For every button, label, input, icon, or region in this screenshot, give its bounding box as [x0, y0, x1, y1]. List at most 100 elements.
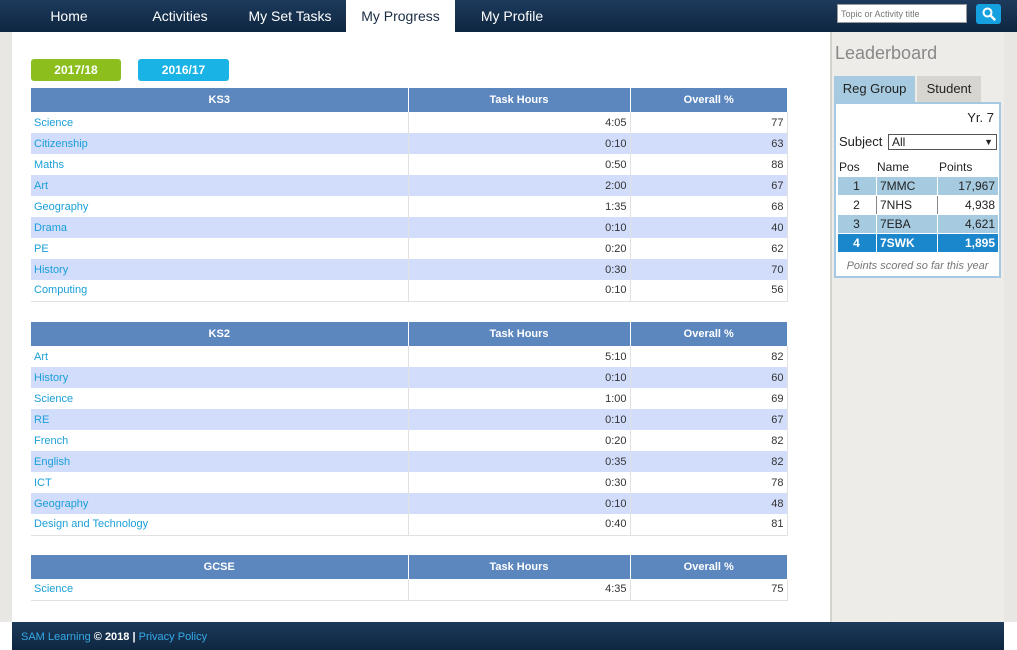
subject-link[interactable]: Geography	[31, 493, 409, 514]
header-pos: Pos	[839, 160, 860, 174]
leaderboard-row: 1 7MMC 17,967	[838, 177, 998, 195]
nav-activities[interactable]: Activities	[140, 0, 220, 32]
subject-link[interactable]: Drama	[31, 217, 409, 238]
task-hours-cell: 4:05	[408, 112, 631, 133]
left-gutter	[0, 32, 12, 622]
task-hours-cell: 4:35	[408, 579, 631, 601]
overall-percent-cell: 82	[630, 346, 788, 367]
subject-link[interactable]: Computing	[31, 280, 409, 302]
row-points: 4,621	[937, 215, 998, 233]
overall-percent-cell: 48	[630, 493, 788, 514]
overall-percent-cell: 88	[630, 154, 788, 175]
tab-reg-group[interactable]: Reg Group	[834, 76, 915, 102]
table-row: History 0:10 60	[31, 367, 788, 388]
row-pos: 3	[853, 217, 860, 231]
table-row: History 0:30 70	[31, 259, 788, 280]
overall-percent-cell: 67	[630, 175, 788, 196]
subject-link[interactable]: Science	[31, 112, 409, 133]
overall-percent-cell: 68	[630, 196, 788, 217]
table-row: Maths 0:50 88	[31, 154, 788, 175]
overall-percent-cell: 62	[630, 238, 788, 259]
nav-my-set-tasks[interactable]: My Set Tasks	[244, 0, 336, 32]
overall-percent-cell: 63	[630, 133, 788, 154]
ks3-progress-table: KS3 Task Hours Overall % Science 4:05 77 Citiz…	[31, 88, 788, 302]
subject-link[interactable]: Maths	[31, 154, 409, 175]
footer-brand-link[interactable]: SAM Learning	[21, 631, 91, 643]
top-nav-bar: Home Activities My Set Tasks My Progress…	[0, 0, 1017, 32]
header-subject: KS3	[31, 88, 409, 112]
year-2017-18-button[interactable]: 2017/18	[31, 59, 121, 81]
search-button[interactable]	[976, 4, 1001, 24]
row-name: 7MMC	[876, 177, 936, 195]
subject-link[interactable]: ICT	[31, 472, 409, 493]
privacy-policy-link[interactable]: Privacy Policy	[139, 631, 207, 643]
task-hours-cell: 0:20	[408, 430, 631, 451]
subject-link[interactable]: History	[31, 259, 409, 280]
subject-link[interactable]: Science	[31, 579, 409, 601]
table-header-row: KS3 Task Hours Overall %	[31, 88, 787, 112]
header-overall-percent: Overall %	[630, 88, 787, 112]
subject-link[interactable]: French	[31, 430, 409, 451]
table-header-row: GCSE Task Hours Overall %	[31, 555, 787, 579]
subject-link[interactable]: Art	[31, 346, 409, 367]
row-pos: 4	[853, 236, 860, 250]
task-hours-cell: 5:10	[408, 346, 631, 367]
table-row: ICT 0:30 78	[31, 472, 788, 493]
leaderboard-row-highlighted: 4 7SWK 1,895	[838, 234, 998, 252]
nav-my-profile[interactable]: My Profile	[470, 0, 554, 32]
task-hours-cell: 0:35	[408, 451, 631, 472]
subject-link[interactable]: Art	[31, 175, 409, 196]
task-hours-cell: 0:50	[408, 154, 631, 175]
subject-link[interactable]: Design and Technology	[31, 514, 409, 536]
task-hours-cell: 0:10	[408, 493, 631, 514]
right-gutter	[1004, 32, 1017, 622]
header-name: Name	[877, 160, 910, 174]
subject-label: Subject	[839, 134, 883, 149]
year-2016-17-button[interactable]: 2016/17	[138, 59, 229, 81]
header-task-hours: Task Hours	[408, 555, 631, 579]
task-hours-cell: 2:00	[408, 175, 631, 196]
table-row: French 0:20 82	[31, 430, 788, 451]
table-row: Geography 1:35 68	[31, 196, 788, 217]
table-row: English 0:35 82	[31, 451, 788, 472]
task-hours-cell: 0:10	[408, 409, 631, 430]
overall-percent-cell: 69	[630, 388, 788, 409]
overall-percent-cell: 82	[630, 430, 788, 451]
tab-student[interactable]: Student	[917, 76, 981, 102]
table-row: Geography 0:10 48	[31, 493, 788, 514]
leaderboard-note: Points scored so far this year	[846, 260, 989, 272]
subject-link[interactable]: English	[31, 451, 409, 472]
overall-percent-cell: 77	[630, 112, 788, 133]
table-row: RE 0:10 67	[31, 409, 788, 430]
subject-link[interactable]: RE	[31, 409, 409, 430]
subject-link[interactable]: Citizenship	[31, 133, 409, 154]
gcse-progress-table: GCSE Task Hours Overall % Science 4:35 75	[31, 555, 788, 601]
leaderboard-row: 2 7NHS 4,938	[838, 196, 998, 214]
table-header-row: KS2 Task Hours Overall %	[31, 322, 787, 346]
overall-percent-cell: 70	[630, 259, 788, 280]
subject-select[interactable]: All ▼	[888, 134, 997, 150]
table-row: Citizenship 0:10 63	[31, 133, 788, 154]
subject-link[interactable]: PE	[31, 238, 409, 259]
search-input[interactable]	[837, 4, 967, 23]
table-row: Science 4:05 77	[31, 112, 788, 133]
task-hours-cell: 1:00	[408, 388, 631, 409]
subject-link[interactable]: Science	[31, 388, 409, 409]
overall-percent-cell: 56	[630, 280, 788, 302]
task-hours-cell: 0:10	[408, 367, 631, 388]
subject-link[interactable]: History	[31, 367, 409, 388]
task-hours-cell: 0:40	[408, 514, 631, 536]
nav-my-progress[interactable]: My Progress	[346, 0, 455, 32]
header-subject: GCSE	[31, 555, 409, 579]
task-hours-cell: 0:10	[408, 217, 631, 238]
leaderboard-year: Yr. 7	[967, 110, 994, 125]
header-task-hours: Task Hours	[408, 88, 631, 112]
overall-percent-cell: 75	[630, 579, 788, 601]
leaderboard-title: Leaderboard	[835, 43, 938, 63]
nav-home[interactable]: Home	[35, 0, 103, 32]
header-points: Points	[939, 160, 973, 174]
subject-link[interactable]: Geography	[31, 196, 409, 217]
table-row: Art 2:00 67	[31, 175, 788, 196]
chevron-down-icon: ▼	[984, 137, 993, 147]
table-row: Science 1:00 69	[31, 388, 788, 409]
